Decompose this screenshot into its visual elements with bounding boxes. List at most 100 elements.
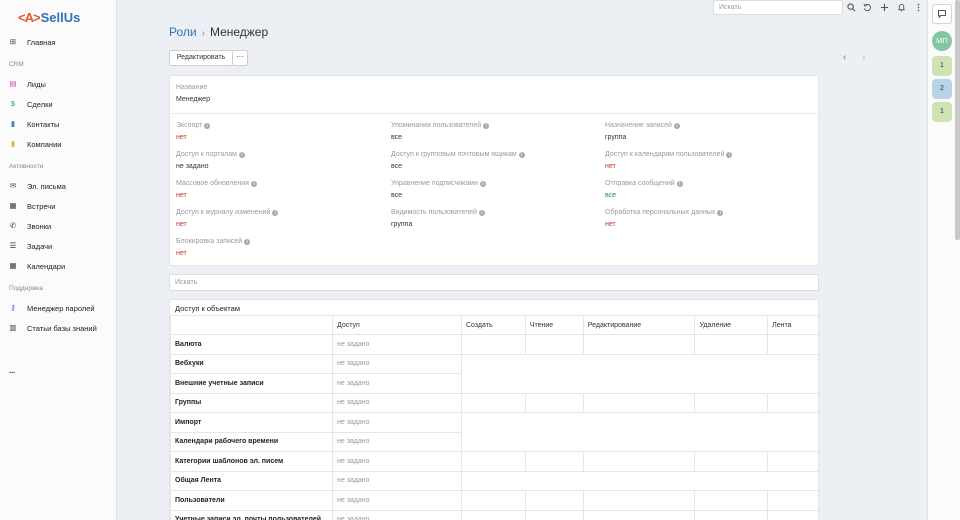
info-icon[interactable]: i — [676, 181, 683, 187]
table-row: Вебхуки не задано — [170, 353, 818, 374]
sidebar-item[interactable]: ▦ Встречи — [0, 197, 117, 215]
global-search-input[interactable]: Искать — [713, 0, 843, 15]
info-icon[interactable]: i — [478, 210, 485, 216]
info-icon[interactable]: i — [518, 152, 525, 158]
info-icon[interactable]: i — [479, 181, 486, 187]
info-icon[interactable]: i — [250, 181, 257, 187]
info-icon[interactable]: i — [244, 239, 251, 245]
info-icon[interactable]: i — [238, 152, 245, 158]
info-icon[interactable]: i — [204, 123, 211, 129]
search-icon[interactable] — [846, 3, 856, 13]
sidebar-item[interactable]: ▤ Лиды — [0, 75, 117, 93]
column-header: Лента — [767, 315, 818, 335]
field-label: Видимость пользователей i — [391, 209, 485, 216]
next-record-icon[interactable]: › — [862, 52, 865, 63]
prev-record-icon[interactable]: ‹ — [843, 52, 846, 63]
permission-cell — [767, 334, 818, 355]
notification-badge[interactable]: 1 — [932, 102, 952, 122]
notification-badge[interactable]: 2 — [932, 79, 952, 99]
info-icon[interactable]: i — [483, 123, 490, 129]
sidebar-item-label: Встречи — [27, 201, 56, 211]
permission-cell — [582, 509, 696, 520]
sidebar-item[interactable]: ☰ Задачи — [0, 237, 117, 255]
info-icon[interactable]: i — [673, 123, 680, 129]
scope-search-input[interactable]: Искать — [169, 274, 819, 291]
row-scope-name: Внешние учетные записи — [170, 373, 333, 394]
contact-book-icon: ▮ — [10, 119, 16, 128]
row-access-value[interactable]: не задано — [332, 412, 462, 433]
bell-icon[interactable] — [896, 3, 906, 13]
column-header: Доступ — [332, 315, 462, 335]
sidebar-item[interactable]: $ Сделки — [0, 95, 117, 113]
field-value: все — [391, 192, 403, 199]
sidebar-item[interactable]: ▥ Статьи базы знаний — [0, 319, 117, 337]
sidebar-section-title: Поддержка — [9, 285, 43, 292]
plus-icon[interactable] — [879, 3, 889, 13]
permission-cell — [694, 451, 769, 472]
field-label: Доступ к журналу изменений i — [176, 209, 279, 216]
user-avatar[interactable]: МП — [932, 31, 952, 51]
scrollbar[interactable] — [955, 0, 960, 240]
sidebar-item[interactable]: ✆ Звонки — [0, 217, 117, 235]
breadcrumb-parent-link[interactable]: Роли — [169, 25, 197, 39]
permission-cell — [461, 451, 526, 472]
sidebar-item[interactable]: ▦ Календари — [0, 257, 117, 275]
field-label-text: Видимость пользователей — [391, 209, 477, 216]
permission-cell — [694, 392, 769, 413]
field-value: нет — [605, 221, 616, 228]
kebab-menu-icon[interactable] — [913, 3, 923, 13]
info-icon[interactable]: i — [717, 210, 724, 216]
field-value: группа — [605, 134, 627, 141]
row-access-value[interactable]: не задано — [332, 470, 462, 491]
sidebar-item[interactable]: ▮ Контакты — [0, 115, 117, 133]
logo-mark: <A> — [18, 9, 41, 25]
more-actions-button[interactable]: ··· — [233, 50, 248, 66]
breadcrumb: Роли › Менеджер — [169, 25, 268, 39]
sidebar: <A> SellUs ⊞ Главная CRM ▤ Лиды $ Сделки ▮ Конта… — [0, 0, 117, 520]
field-label: Доступ к календарям пользователей i — [605, 151, 733, 158]
row-access-value[interactable]: не задано — [332, 334, 462, 355]
edit-button[interactable]: Редактировать — [169, 50, 233, 66]
info-icon[interactable]: i — [726, 152, 733, 158]
row-access-value[interactable]: не задано — [332, 451, 462, 472]
field-value: все — [391, 163, 403, 170]
sidebar-item[interactable]: ▮ Компании — [0, 135, 117, 153]
name-label: Название — [176, 84, 208, 91]
history-icon[interactable] — [862, 3, 872, 13]
column-header: Создать — [461, 315, 526, 335]
row-access-value[interactable]: не задано — [332, 490, 462, 511]
field-value: нет — [176, 221, 187, 228]
sidebar-item-label: Статьи базы знаний — [27, 323, 97, 333]
permission-cell — [524, 334, 584, 355]
field-label-text: Массовое обновления — [176, 180, 249, 187]
row-access-value[interactable]: не задано — [332, 392, 462, 413]
sidebar-more-button[interactable]: ... — [0, 361, 117, 379]
field-value: все — [391, 134, 403, 141]
field-value: нет — [176, 192, 187, 199]
notification-badge[interactable]: 1 — [932, 56, 952, 76]
info-icon[interactable]: i — [272, 210, 279, 216]
row-access-value[interactable]: не задано — [332, 373, 462, 394]
sidebar-item-label: Задачи — [27, 241, 53, 251]
logo[interactable]: <A> SellUs — [18, 8, 80, 26]
sidebar-item[interactable]: ⊞ Главная — [0, 33, 117, 51]
sidebar-item-label: Эл. письма — [27, 181, 66, 191]
permission-cell — [461, 392, 526, 413]
permission-cell — [582, 334, 696, 355]
row-access-value[interactable]: не задано — [332, 509, 462, 520]
table-row: Календари рабочего времени не задано — [170, 431, 818, 452]
column-header: Редактирование — [582, 315, 696, 335]
sidebar-item[interactable]: ✉ Эл. письма — [0, 177, 117, 195]
row-access-value[interactable]: не задано — [332, 431, 462, 452]
book-icon: ▥ — [9, 323, 17, 332]
field-label: Блокировка записей i — [176, 238, 251, 245]
table-row: Общая Лента не задано — [170, 470, 818, 491]
chat-icon[interactable] — [932, 4, 952, 24]
row-access-value[interactable]: не задано — [332, 353, 462, 374]
phone-icon: ✆ — [9, 221, 17, 230]
field-label-text: Доступ к журналу изменений — [176, 209, 271, 216]
sidebar-item[interactable]: ⚷ Менеджер паролей — [0, 299, 117, 317]
permission-cell — [461, 334, 526, 355]
field-label: Экспорт i — [176, 122, 211, 129]
table-row: Внешние учетные записи не задано — [170, 373, 818, 394]
